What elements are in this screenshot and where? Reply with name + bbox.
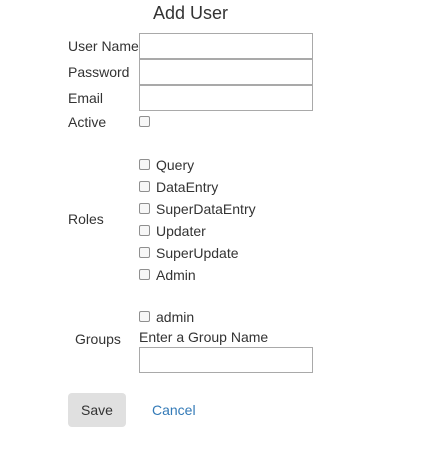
group-label-admin: admin: [156, 309, 195, 325]
active-label: Active: [68, 114, 107, 130]
email-input[interactable]: [139, 85, 313, 111]
role-label-superupdate: SuperUpdate: [156, 245, 239, 261]
save-button[interactable]: Save: [68, 393, 126, 427]
role-label-updater: Updater: [156, 223, 206, 239]
role-label-superdataentry: SuperDataEntry: [156, 201, 256, 217]
roles-label: Roles: [68, 211, 104, 227]
role-checkbox-superupdate[interactable]: [139, 247, 150, 258]
role-checkbox-superdataentry[interactable]: [139, 203, 150, 214]
role-label-dataentry: DataEntry: [156, 179, 219, 195]
cancel-link[interactable]: Cancel: [152, 402, 196, 418]
email-label: Email: [68, 90, 104, 106]
role-label-admin: Admin: [156, 267, 196, 283]
active-checkbox[interactable]: [139, 116, 150, 127]
groups-label: Groups: [75, 331, 121, 347]
group-checkbox-admin[interactable]: [139, 311, 150, 322]
username-input[interactable]: [139, 33, 313, 59]
role-checkbox-admin[interactable]: [139, 269, 150, 280]
password-label: Password: [68, 64, 130, 80]
group-name-label: Enter a Group Name: [139, 329, 269, 345]
role-checkbox-query[interactable]: [139, 159, 150, 170]
role-checkbox-updater[interactable]: [139, 225, 150, 236]
username-label: User Name: [68, 38, 139, 54]
role-label-query: Query: [156, 157, 195, 173]
password-input[interactable]: [139, 59, 313, 85]
page-title: Add User: [153, 3, 229, 23]
role-checkbox-dataentry[interactable]: [139, 181, 150, 192]
group-name-input[interactable]: [139, 347, 313, 373]
